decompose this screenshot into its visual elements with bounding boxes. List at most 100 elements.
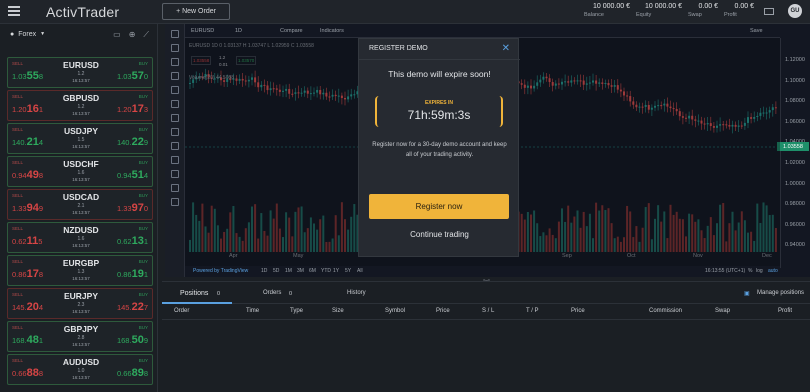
sell-price[interactable]: 0.86178 [12, 268, 43, 280]
buy-price-prefix: 1.20 [116, 105, 132, 114]
sell-price[interactable]: 0.94498 [12, 169, 43, 181]
tab-positions[interactable]: Positions [180, 290, 208, 297]
equity-stat: 10 000.00 € Equity [636, 3, 682, 18]
buy-price[interactable]: 168.509 [117, 334, 148, 346]
gear-icon[interactable]: ▣ [744, 290, 750, 297]
lock-icon[interactable] [170, 170, 179, 178]
pattern-icon[interactable] [170, 72, 179, 80]
buy-price[interactable]: 0.66898 [117, 367, 148, 379]
buy-price[interactable]: 1.33970 [117, 202, 148, 214]
trendline-icon[interactable] [170, 44, 179, 52]
draw-icon[interactable]: ⟋ [143, 30, 149, 40]
new-order-button[interactable]: + New Order [162, 3, 230, 20]
column-header[interactable]: Order [174, 308, 189, 314]
instrument-tile[interactable]: SELL BUY EURGBP 1.3 16:13:57 0.86178 0.86191 [7, 255, 153, 286]
instrument-tile[interactable]: SELL BUY EURJPY 2.3 16:13:57 145.204 145.227 [7, 288, 153, 319]
auto-toggle[interactable]: auto [768, 268, 778, 274]
column-header[interactable]: Swap [715, 308, 730, 314]
eye-icon[interactable] [170, 184, 179, 192]
buy-price[interactable]: 140.229 [117, 136, 148, 148]
buy-price[interactable]: 0.62131 [117, 235, 148, 247]
sell-price[interactable]: 1.03558 [12, 70, 43, 82]
interval-button[interactable]: 1D [235, 28, 242, 34]
sell-price-pips: 20 [26, 301, 39, 313]
timeframe-button[interactable]: 1M [285, 268, 292, 274]
buy-price[interactable]: 0.86191 [117, 268, 148, 280]
sell-price[interactable]: 0.62115 [12, 235, 42, 247]
buy-price-prefix: 0.94 [116, 171, 132, 180]
logo: ActivTrader [46, 4, 120, 20]
close-icon[interactable]: ✕ [502, 43, 510, 54]
tab-history[interactable]: History [347, 290, 366, 296]
timeframe-button[interactable]: 3M [297, 268, 304, 274]
instrument-tile[interactable]: SELL BUY USDJPY 1.5 16:13:57 140.214 140.229 [7, 123, 153, 154]
measure-icon[interactable] [170, 114, 179, 122]
trash-icon[interactable] [170, 198, 179, 206]
text-icon[interactable] [170, 86, 179, 94]
instrument-tile[interactable]: SELL BUY USDCHF 1.6 16:13:57 0.94498 0.94514 [7, 156, 153, 187]
register-demo-dialog: REGISTER DEMO ✕ This demo will expire so… [358, 38, 520, 257]
chart-toolbar: EURUSD 1D Compare Indicators Save [185, 24, 780, 38]
timeframe-button[interactable]: 1D [261, 268, 267, 274]
symbol-search[interactable]: EURUSD [191, 28, 214, 34]
column-header[interactable]: Price [436, 308, 450, 314]
instrument-tile[interactable]: SELL BUY AUDUSD 1.0 16:13:57 0.66888 0.66898 [7, 354, 153, 385]
instrument-tile[interactable]: SELL BUY USDCAD 2.1 16:13:57 1.33949 1.33970 [7, 189, 153, 220]
timeframe-button[interactable]: All [357, 268, 363, 274]
indicators-button[interactable]: Indicators [320, 28, 344, 34]
manage-positions-link[interactable]: Manage positions [757, 290, 804, 296]
sell-price-pips: 11 [26, 235, 39, 247]
column-header[interactable]: S / L [482, 308, 494, 314]
sell-price[interactable]: 1.20161 [12, 103, 43, 115]
instrument-tile[interactable]: SELL BUY EURUSD 1.2 16:13:57 1.03558 1.03570 [7, 57, 153, 88]
column-header[interactable]: Price [571, 308, 585, 314]
magnet-icon[interactable] [170, 156, 179, 164]
menu-icon[interactable] [8, 6, 20, 16]
sell-price[interactable]: 145.204 [12, 301, 43, 313]
log-toggle[interactable]: log [756, 268, 763, 274]
fib-icon[interactable] [170, 100, 179, 108]
column-header[interactable]: Commission [649, 308, 682, 314]
column-header[interactable]: Type [290, 308, 303, 314]
instrument-tile[interactable]: SELL BUY GBPUSD 1.2 16:13:57 1.20161 1.20173 [7, 90, 153, 121]
instrument-tile[interactable]: SELL BUY NZDUSD 1.6 16:13:57 0.62115 0.62131 [7, 222, 153, 253]
zoom-icon[interactable]: ⊕ [129, 30, 136, 40]
crosshair-icon[interactable] [170, 30, 179, 38]
buy-price[interactable]: 1.03570 [117, 70, 148, 82]
compare-button[interactable]: Compare [280, 28, 303, 34]
instrument-tile[interactable]: SELL BUY GBPJPY 2.8 16:13:57 168.481 168.509 [7, 321, 153, 352]
timeframe-button[interactable]: 6M [309, 268, 316, 274]
sell-price[interactable]: 0.66888 [12, 367, 43, 379]
buy-price[interactable]: 1.20173 [117, 103, 148, 115]
timeframe-button[interactable]: 1Y [333, 268, 339, 274]
monitor-icon[interactable]: ▭ [113, 30, 121, 40]
avatar[interactable]: GU [788, 4, 802, 18]
column-header[interactable]: Profit [778, 308, 792, 314]
column-header[interactable]: Symbol [385, 308, 405, 314]
timeframe-button[interactable]: YTD [321, 268, 331, 274]
continue-trading-link[interactable]: Continue trading [359, 230, 520, 239]
ruler-icon[interactable] [170, 142, 179, 150]
profit-stat[interactable]: 0.00 € Profit [724, 3, 754, 19]
brush-icon[interactable] [170, 58, 179, 66]
buy-price[interactable]: 145.227 [117, 301, 148, 313]
timeframe-button[interactable]: 5D [273, 268, 279, 274]
buy-price[interactable]: 0.94514 [117, 169, 148, 181]
dialog-description: Register now for a 30-day demo account a… [372, 142, 507, 158]
buy-price-pips: 19 [131, 268, 144, 280]
mail-icon[interactable] [764, 8, 774, 15]
tab-orders[interactable]: Orders [263, 290, 281, 296]
sell-price[interactable]: 1.33949 [12, 202, 43, 214]
timeframe-button[interactable]: 5Y [345, 268, 351, 274]
active-tab-indicator [162, 302, 232, 304]
percent-toggle[interactable]: % [748, 268, 752, 274]
register-now-button[interactable]: Register now [369, 194, 509, 219]
sell-price[interactable]: 168.481 [12, 334, 43, 346]
sell-price-fraction: 4 [38, 138, 44, 147]
column-header[interactable]: Size [332, 308, 344, 314]
column-header[interactable]: Time [246, 308, 259, 314]
column-header[interactable]: T / P [526, 308, 539, 314]
smile-icon[interactable] [170, 128, 179, 136]
sell-price[interactable]: 140.214 [12, 136, 43, 148]
save-button[interactable]: Save [750, 28, 763, 34]
